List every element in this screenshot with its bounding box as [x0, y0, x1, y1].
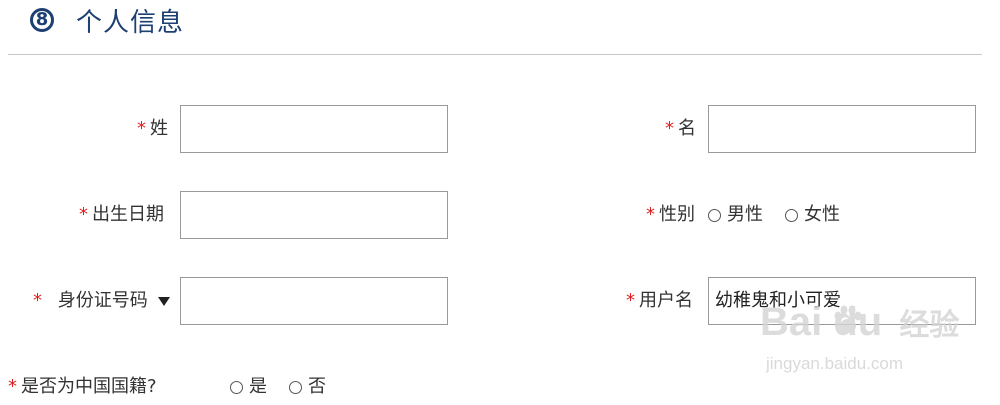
required-mark: * — [79, 204, 88, 225]
watermark-url: jingyan.baidu.com — [766, 354, 904, 373]
birth-date-label: * 出生日期 — [79, 205, 164, 225]
radio-button[interactable] — [230, 380, 243, 394]
radio-button[interactable] — [289, 380, 302, 394]
required-mark: * — [646, 204, 655, 225]
id-number-input[interactable] — [180, 277, 448, 325]
citizenship-option-label: 是 — [249, 376, 267, 397]
required-mark: * — [8, 376, 17, 397]
gender-option-male[interactable]: 男性 — [708, 205, 763, 225]
caret-down-icon[interactable] — [157, 296, 170, 306]
page: 8 个人信息 * 姓 * 名 * 出生日期 * 性别 男性 女性 * 身份证号码 * 用户… — [0, 0, 1000, 405]
required-mark: * — [665, 118, 674, 139]
gender-option-female[interactable]: 女性 — [785, 205, 840, 225]
citizenship-option-label: 否 — [308, 376, 326, 397]
required-mark: * — [33, 290, 42, 311]
radio-button[interactable] — [785, 208, 798, 222]
birth-date-label-text: 出生日期 — [92, 204, 164, 225]
baidu-jingyan-watermark: Bai du 经验 jingyan.baidu.com — [760, 300, 960, 390]
gender-label: * 性别 — [646, 205, 695, 225]
citizenship-label-text: 是否为中国国籍? — [21, 376, 157, 397]
gender-option-label: 女性 — [804, 204, 840, 225]
birth-date-input[interactable] — [180, 191, 448, 239]
last-name-label: * 姓 — [137, 119, 168, 139]
first-name-label-text: 名 — [678, 118, 696, 139]
username-label-text: 用户名 — [639, 290, 693, 311]
id-type-label-text: 身份证号码 — [57, 290, 148, 311]
required-mark: * — [137, 118, 146, 139]
step-number-badge: 8 — [30, 8, 54, 32]
last-name-label-text: 姓 — [150, 118, 168, 139]
first-name-label: * 名 — [665, 119, 696, 139]
last-name-input[interactable] — [180, 105, 448, 153]
username-label: * 用户名 — [626, 291, 693, 311]
citizenship-option-yes[interactable]: 是 — [230, 377, 267, 397]
header-divider — [8, 54, 982, 55]
gender-radio-group: 男性 女性 — [708, 205, 862, 225]
watermark-product-text: 经验 — [899, 309, 960, 342]
section-title: 个人信息 — [76, 7, 185, 38]
citizenship-option-no[interactable]: 否 — [289, 377, 326, 397]
citizenship-radio-group: 是 否 — [230, 377, 348, 397]
first-name-input[interactable] — [708, 105, 976, 153]
section-header: 8 个人信息 — [30, 0, 184, 40]
id-type-selector[interactable]: * 身份证号码 — [33, 291, 170, 311]
paw-logo-icon — [834, 305, 862, 333]
radio-button[interactable] — [708, 208, 721, 222]
required-mark: * — [626, 290, 635, 311]
gender-label-text: 性别 — [659, 204, 695, 225]
gender-option-label: 男性 — [727, 204, 763, 225]
citizenship-label: * 是否为中国国籍? — [8, 377, 157, 397]
